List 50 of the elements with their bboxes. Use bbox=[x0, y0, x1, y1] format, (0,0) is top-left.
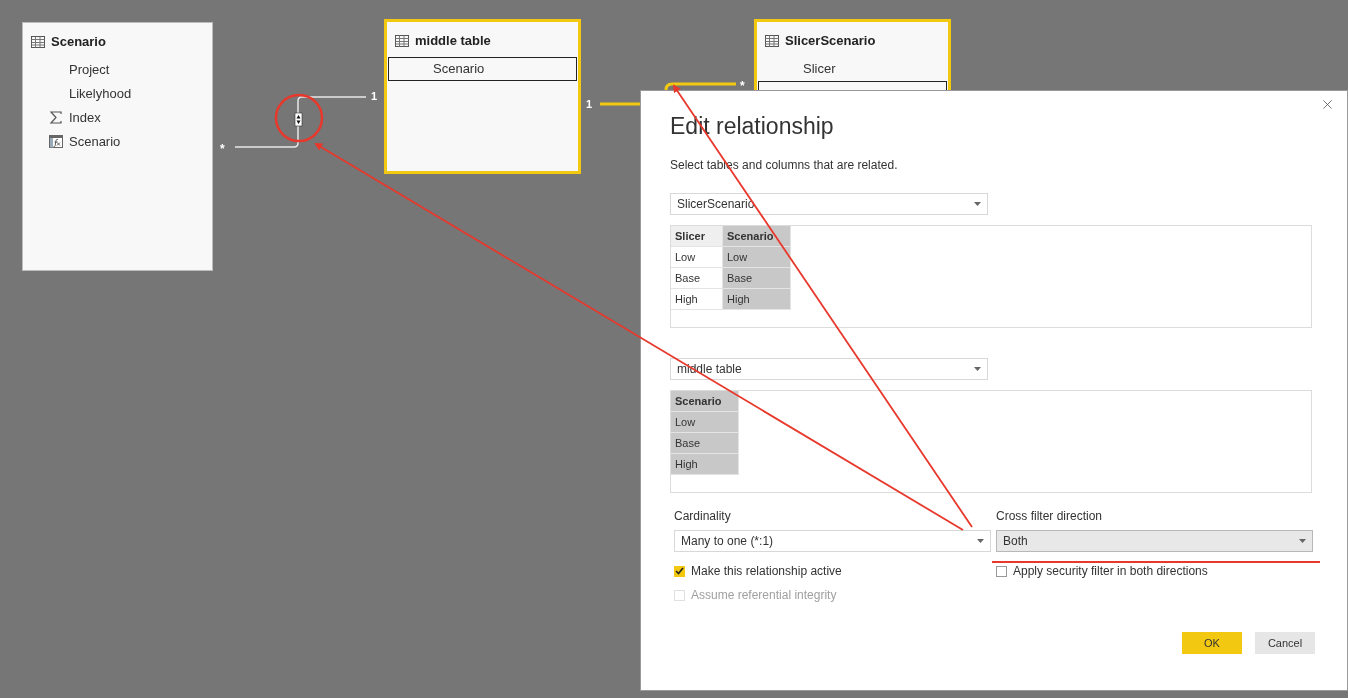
table-cell: Base bbox=[671, 268, 723, 289]
table-cell: Low bbox=[671, 412, 739, 433]
field-label: Cross filter direction bbox=[996, 509, 1104, 523]
field-row[interactable]: Project bbox=[24, 57, 211, 82]
cardinality-label: 1 bbox=[371, 89, 378, 104]
table-icon bbox=[31, 35, 45, 48]
sigma-icon bbox=[49, 111, 63, 124]
checkbox-label: Make this relationship active bbox=[691, 563, 842, 580]
table-title: Scenario bbox=[51, 33, 106, 51]
cardinality-label: * bbox=[740, 78, 745, 95]
filter-direction-icon[interactable] bbox=[294, 112, 303, 127]
table-cell: High bbox=[671, 454, 739, 475]
table-cell: Low bbox=[723, 247, 791, 268]
caret-icon bbox=[977, 539, 984, 543]
dropdown[interactable]: Both bbox=[996, 530, 1313, 552]
checkbox-label: Apply security filter in both directions bbox=[1013, 563, 1208, 580]
caret-icon bbox=[1299, 539, 1306, 543]
ok-button[interactable]: OK bbox=[1182, 632, 1242, 654]
cancel-button[interactable]: Cancel bbox=[1255, 632, 1315, 654]
caret-icon bbox=[974, 367, 981, 371]
table-cell: Base bbox=[671, 433, 739, 454]
table-icon bbox=[765, 34, 779, 47]
cardinality-label: * bbox=[220, 141, 225, 158]
table-title: SlicerScenario bbox=[785, 32, 876, 50]
table-cell: High bbox=[723, 289, 791, 310]
field-row[interactable]: Likelyhood bbox=[24, 81, 211, 106]
column-header[interactable]: Scenario bbox=[671, 391, 739, 412]
annotation-circle bbox=[274, 93, 324, 143]
dropdown[interactable]: Many to one (*:1) bbox=[674, 530, 991, 552]
checkbox[interactable] bbox=[996, 565, 1007, 577]
field-row[interactable]: Scenario bbox=[24, 129, 211, 154]
column-header[interactable]: Slicer bbox=[671, 226, 723, 247]
column-header[interactable]: Scenario bbox=[723, 226, 791, 247]
table-cell: Low bbox=[671, 247, 723, 268]
table-card[interactable]: Scenario Project Likelyhood Index Scenario bbox=[22, 22, 213, 271]
table-icon bbox=[395, 34, 409, 47]
field-row[interactable]: Index bbox=[24, 105, 211, 130]
checkbox[interactable] bbox=[674, 565, 685, 577]
table-title: middle table bbox=[415, 32, 491, 50]
table-cell: High bbox=[671, 289, 723, 310]
table-card[interactable]: middle table Scenario bbox=[384, 19, 581, 174]
checkbox-label: Assume referential integrity bbox=[691, 587, 837, 604]
field-label: Cardinality bbox=[674, 509, 732, 523]
dropdown[interactable]: SlicerScenario bbox=[670, 193, 988, 215]
field-row[interactable]: Scenario bbox=[388, 56, 577, 81]
caret-icon bbox=[974, 202, 981, 206]
calculated-column-icon bbox=[49, 135, 63, 148]
table-cell: Base bbox=[723, 268, 791, 289]
cardinality-label: 1 bbox=[586, 97, 593, 112]
field-row[interactable]: Slicer bbox=[758, 56, 947, 81]
